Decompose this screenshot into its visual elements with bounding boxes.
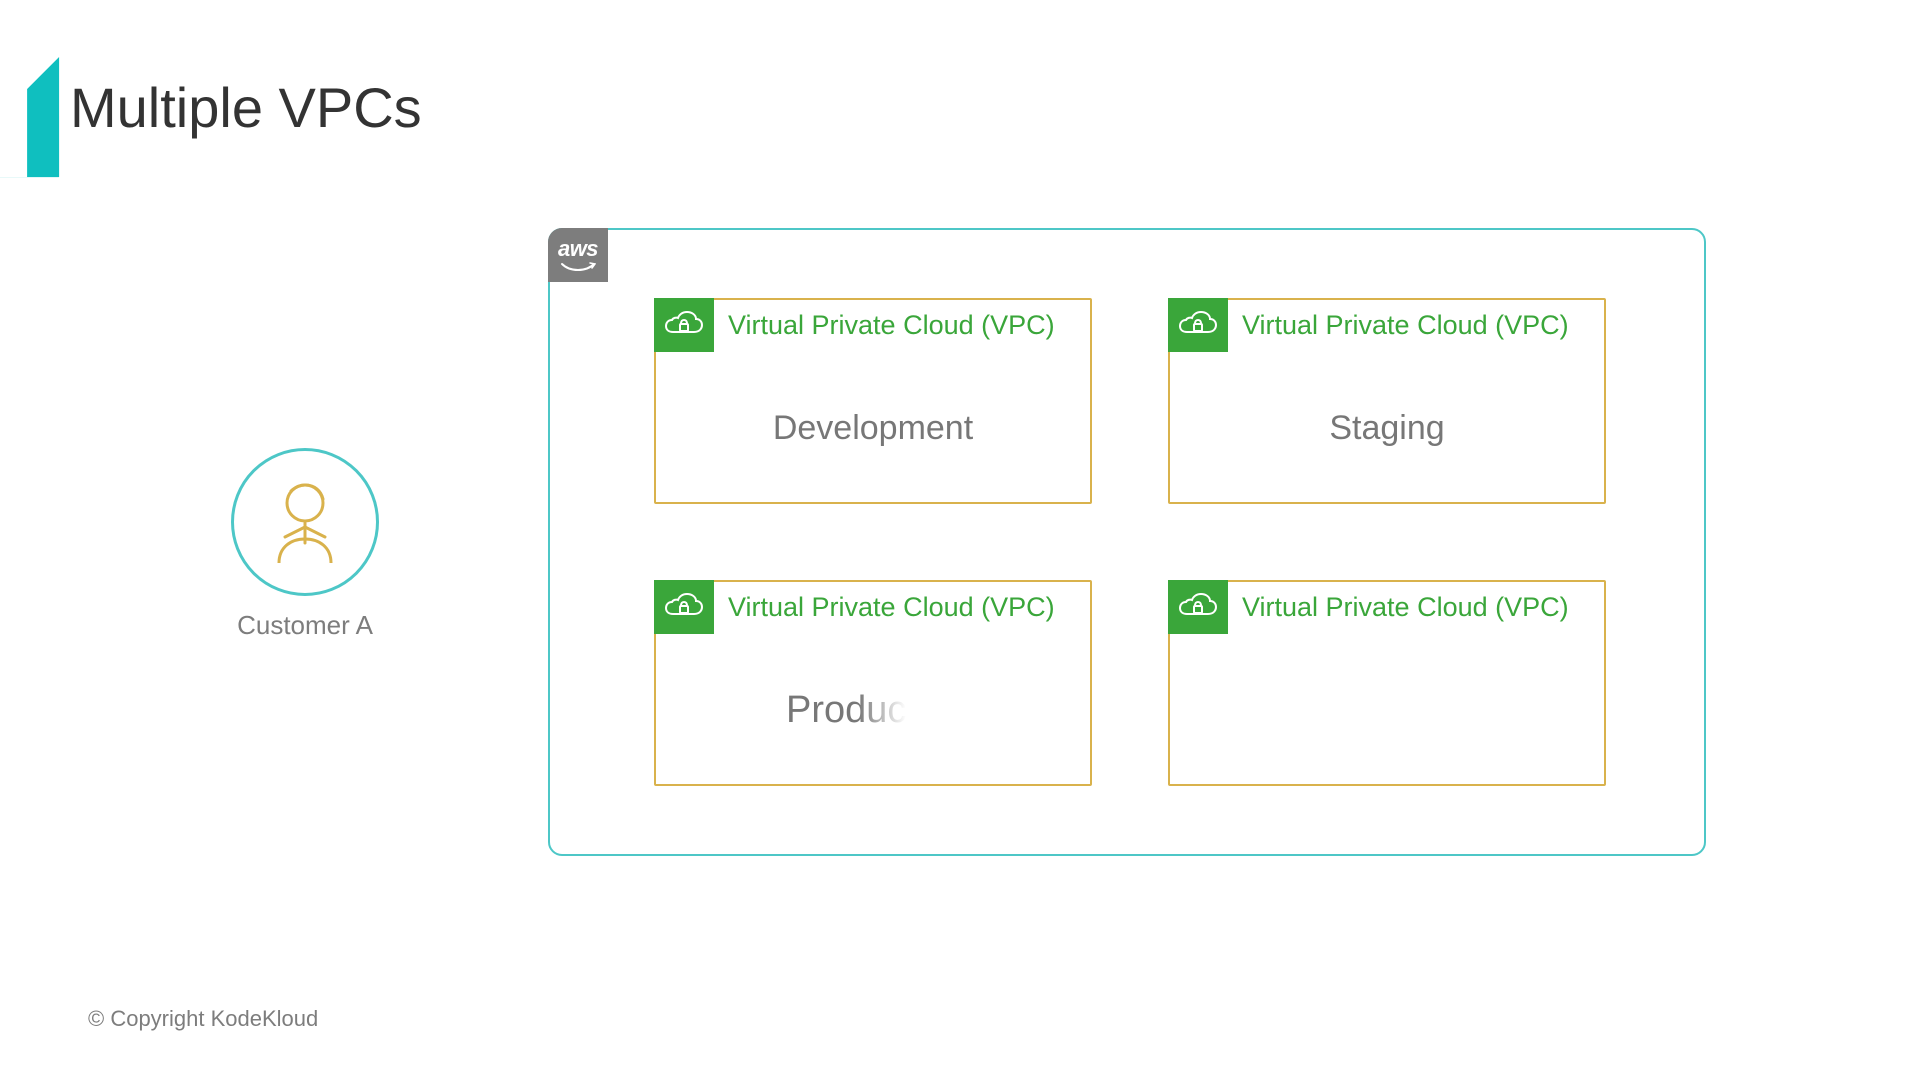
vpc-cloud-lock-icon [1168, 580, 1228, 634]
vpc-staging: Virtual Private Cloud (VPC) Staging [1168, 298, 1606, 504]
vpc-empty: Virtual Private Cloud (VPC) [1168, 580, 1606, 786]
vpc-partial-text: Produc [786, 689, 906, 732]
copyright: © Copyright KodeKloud [88, 1006, 318, 1032]
vpc-content: Produc [656, 636, 1090, 784]
vpc-label: Virtual Private Cloud (VPC) [1228, 592, 1569, 623]
vpc-content [1170, 636, 1604, 784]
aws-logo-text: aws [558, 238, 598, 260]
vpc-content: Development [656, 354, 1090, 502]
vpc-cloud-lock-icon [1168, 298, 1228, 352]
vpc-tab: Virtual Private Cloud (VPC) [1168, 580, 1569, 634]
vpc-development: Virtual Private Cloud (VPC) Development [654, 298, 1092, 504]
vpc-content: Staging [1170, 354, 1604, 502]
customer-label: Customer A [237, 610, 373, 641]
vpc-cloud-lock-icon [654, 580, 714, 634]
vpc-production-partial: Virtual Private Cloud (VPC) Produc [654, 580, 1092, 786]
vpc-cloud-lock-icon [654, 298, 714, 352]
customer-avatar-circle [231, 448, 379, 596]
vpc-label: Virtual Private Cloud (VPC) [714, 592, 1055, 623]
vpc-tab: Virtual Private Cloud (VPC) [654, 580, 1055, 634]
aws-smile-icon [560, 262, 596, 272]
customer-block: Customer A [231, 448, 379, 641]
vpc-label: Virtual Private Cloud (VPC) [714, 310, 1055, 341]
vpc-grid: Virtual Private Cloud (VPC) Development … [654, 298, 1606, 786]
user-icon [271, 481, 339, 563]
aws-tab: aws [548, 228, 608, 282]
aws-cloud-container: aws Virtual Private Cloud (VPC) Developm… [548, 228, 1706, 856]
page-title: Multiple VPCs [70, 75, 422, 140]
vpc-tab: Virtual Private Cloud (VPC) [654, 298, 1055, 352]
vpc-tab: Virtual Private Cloud (VPC) [1168, 298, 1569, 352]
vpc-label: Virtual Private Cloud (VPC) [1228, 310, 1569, 341]
